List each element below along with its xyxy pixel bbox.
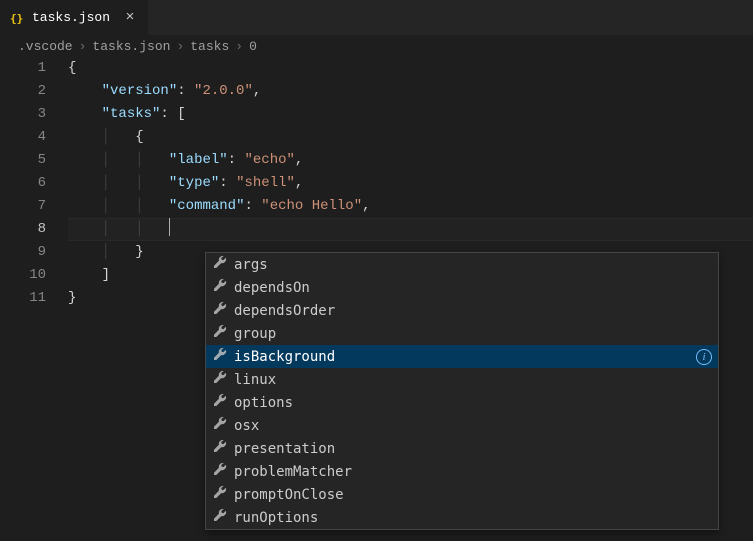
suggest-item-runOptions[interactable]: runOptions [206,506,718,529]
suggest-item-label: promptOnClose [234,487,712,503]
suggest-widget[interactable]: args dependsOn dependsOrder group isBackgrou… [205,252,719,530]
suggest-item-linux[interactable]: linux [206,368,718,391]
line-number: 8 [0,218,46,241]
line-number: 1 [0,57,46,80]
wrench-icon [212,484,228,505]
suggest-item-label: args [234,257,712,273]
code-token: "label" [169,152,228,168]
active-line-highlight [68,218,753,241]
json-file-icon: {} [10,10,26,26]
wrench-icon [212,277,228,298]
suggest-item-presentation[interactable]: presentation [206,437,718,460]
suggest-item-dependsOrder[interactable]: dependsOrder [206,299,718,322]
code-token: ] [102,267,110,283]
wrench-icon [212,415,228,436]
breadcrumb-item[interactable]: tasks.json [92,39,170,54]
chevron-right-icon: › [176,39,184,54]
suggest-item-label: runOptions [234,510,712,526]
line-number: 10 [0,264,46,287]
wrench-icon [212,323,228,344]
breadcrumb[interactable]: .vscode › tasks.json › tasks › 0 [0,35,753,57]
line-number: 6 [0,172,46,195]
code-token: "type" [169,175,219,191]
line-number: 9 [0,241,46,264]
wrench-icon [212,346,228,367]
code-token: } [135,244,143,260]
suggest-item-isBackground[interactable]: isBackground i [206,345,718,368]
suggest-item-group[interactable]: group [206,322,718,345]
line-number-gutter: 1 2 3 4 5 6 7 8 9 10 11 [0,57,68,310]
svg-text:{}: {} [10,12,23,25]
code-token: "shell" [236,175,295,191]
suggest-item-label: isBackground [234,349,690,365]
line-number: 2 [0,80,46,103]
wrench-icon [212,369,228,390]
suggest-item-problemMatcher[interactable]: problemMatcher [206,460,718,483]
suggest-item-promptOnClose[interactable]: promptOnClose [206,483,718,506]
tab-bar: {} tasks.json × [0,0,753,35]
chevron-right-icon: › [79,39,87,54]
breadcrumb-item[interactable]: 0 [249,39,257,54]
breadcrumb-item[interactable]: .vscode [18,39,73,54]
tab-label: tasks.json [32,10,110,25]
chevron-right-icon: › [235,39,243,54]
line-number: 3 [0,103,46,126]
suggest-item-label: osx [234,418,712,434]
code-token: } [68,290,76,306]
suggest-item-label: dependsOn [234,280,712,296]
line-number: 4 [0,126,46,149]
wrench-icon [212,438,228,459]
line-number: 7 [0,195,46,218]
breadcrumb-item[interactable]: tasks [190,39,229,54]
tab-tasks-json[interactable]: {} tasks.json × [0,0,149,35]
text-cursor [169,218,170,236]
wrench-icon [212,461,228,482]
suggest-item-label: presentation [234,441,712,457]
suggest-item-args[interactable]: args [206,253,718,276]
line-number: 5 [0,149,46,172]
close-icon[interactable]: × [122,10,138,26]
code-token: "echo Hello" [261,198,362,214]
wrench-icon [212,392,228,413]
suggest-item-label: group [234,326,712,342]
code-token: "version" [102,83,178,99]
wrench-icon [212,300,228,321]
line-number: 11 [0,287,46,310]
suggest-item-options[interactable]: options [206,391,718,414]
suggest-item-label: options [234,395,712,411]
wrench-icon [212,254,228,275]
suggest-item-label: problemMatcher [234,464,712,480]
code-token: "tasks" [102,106,161,122]
code-token: "2.0.0" [194,83,253,99]
suggest-item-label: linux [234,372,712,388]
code-token: "command" [169,198,245,214]
code-token: { [68,60,76,76]
info-icon[interactable]: i [696,349,712,365]
suggest-item-osx[interactable]: osx [206,414,718,437]
wrench-icon [212,507,228,528]
suggest-item-label: dependsOrder [234,303,712,319]
code-token: "echo" [244,152,294,168]
suggest-item-dependsOn[interactable]: dependsOn [206,276,718,299]
